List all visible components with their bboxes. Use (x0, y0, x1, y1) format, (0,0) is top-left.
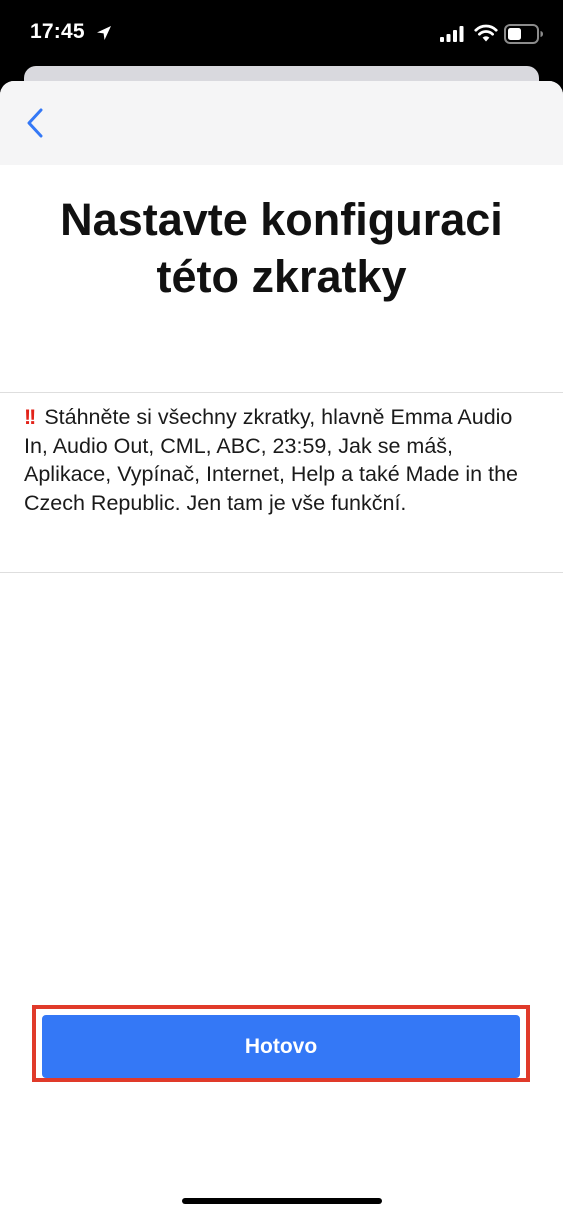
description-text: Stáhněte si všechny zkratky, hlavně Emma… (24, 405, 518, 515)
page-title-line-1: Nastavte konfiguraci (60, 194, 503, 245)
home-indicator (182, 1198, 382, 1204)
done-button[interactable]: Hotovo (42, 1015, 520, 1078)
divider (0, 392, 563, 393)
chevron-left-icon (27, 108, 43, 138)
double-exclamation-icon: !! (24, 405, 36, 429)
status-bar: 17:45 (0, 0, 563, 66)
shortcut-description: !! Stáhněte si všechny zkratky, hlavně Em… (24, 403, 539, 517)
configuration-sheet: Nastavte konfiguraci této zkratky !! Stáh… (0, 81, 563, 1218)
cellular-signal-icon (440, 26, 464, 42)
navigation-bar (0, 81, 563, 165)
divider (0, 572, 563, 573)
page-title: Nastavte konfiguraci této zkratky (0, 191, 563, 305)
back-button[interactable] (20, 103, 52, 143)
status-time: 17:45 (30, 20, 85, 43)
battery-icon (504, 24, 543, 44)
wifi-icon (474, 24, 498, 42)
page-title-line-2: této zkratky (156, 251, 407, 302)
location-arrow-icon (97, 26, 111, 40)
